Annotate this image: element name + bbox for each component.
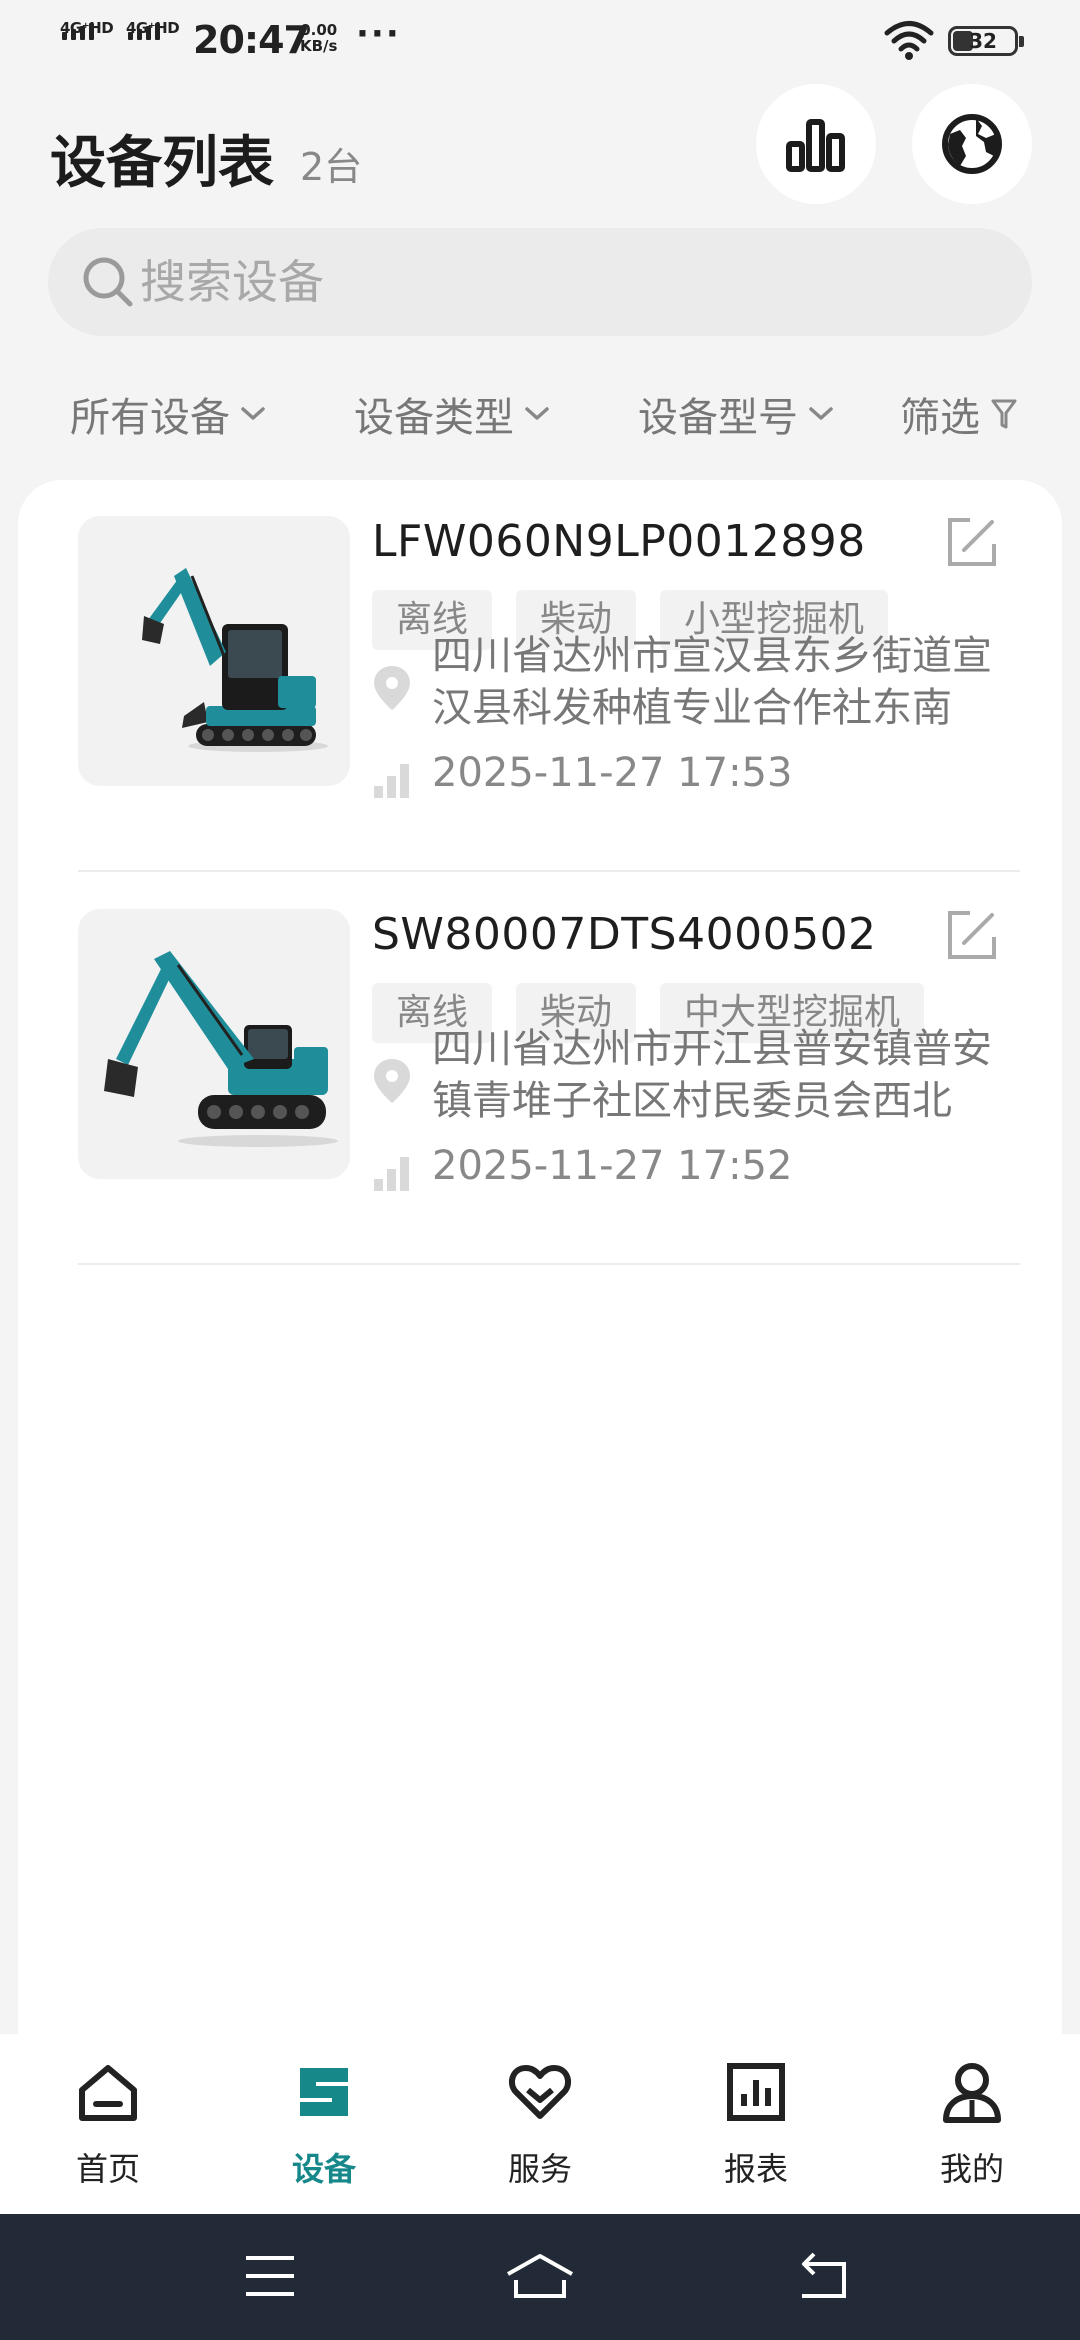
tab-devices[interactable]: 设备 (216, 2034, 432, 2214)
report-chart-icon (727, 2063, 785, 2121)
battery-level: 32 (969, 29, 997, 53)
device-serial: LFW060N9LP0012898 (372, 516, 866, 567)
statistics-button[interactable] (756, 84, 876, 204)
filter-device-model[interactable]: 设备型号 (638, 385, 834, 443)
net-speed-value: 0.00 (300, 21, 338, 39)
battery-indicator: 32 (948, 26, 1024, 56)
bar-chart-icon (786, 119, 845, 172)
globe-icon (942, 114, 1002, 174)
time-bars-icon (374, 764, 409, 798)
signal-label: 4G⁺HD (60, 19, 114, 37)
system-navigation-bar (0, 2214, 1080, 2340)
filter-funnel-icon (991, 399, 1017, 429)
device-thumbnail (78, 516, 350, 786)
bottom-tab-bar: 首页 设备 服务 报表 我的 (0, 2034, 1080, 2214)
device-list-item[interactable]: SW80007DTS4000502 离线 柴动 中大型挖掘机 四川省达州市开江县… (78, 873, 1020, 1265)
signal-label: 4G⁺HD (126, 19, 180, 37)
last-update-time: 2025-11-27 17:52 (432, 1143, 793, 1189)
device-serial: SW80007DTS4000502 (372, 909, 877, 960)
device-thumbnail (78, 909, 350, 1179)
filter-label: 筛选 (900, 395, 980, 441)
tab-label: 首页 (75, 2150, 140, 2188)
tab-label: 我的 (939, 2150, 1004, 2188)
mini-excavator-image (142, 568, 328, 752)
home-nav-icon[interactable] (504, 2252, 576, 2300)
tab-service[interactable]: 服务 (432, 2034, 648, 2214)
tab-label: 设备 (291, 2150, 356, 2188)
filter-advanced[interactable]: 筛选 (900, 385, 1018, 443)
time-bars-icon (374, 1157, 409, 1191)
filter-label: 设备类型 (354, 395, 514, 441)
device-address: 四川省达州市宣汉县东乡街道宣汉县科发种植专业合作社东南2... (432, 633, 992, 731)
service-heart-icon (508, 2065, 572, 2119)
last-update-time: 2025-11-27 17:53 (432, 750, 793, 796)
app-screen: 4G⁺HD 4G⁺HD 20:47 0.00 KB/s ··· 32 设备列表 … (0, 0, 1080, 2340)
status-time: 20:47 (193, 18, 310, 62)
network-speed: 0.00 KB/s (300, 22, 337, 54)
device-list-item[interactable]: LFW060N9LP0012898 离线 柴动 小型挖掘机 四川省达州市宣汉县东… (78, 480, 1020, 872)
edit-icon[interactable] (946, 909, 998, 961)
tab-home[interactable]: 首页 (0, 2034, 216, 2214)
tab-label: 报表 (723, 2150, 788, 2188)
chevron-down-icon (809, 407, 833, 420)
filter-label: 所有设备 (70, 395, 230, 441)
tab-profile[interactable]: 我的 (864, 2034, 1080, 2214)
excavator-image (104, 951, 338, 1147)
device-count: 2台 (300, 145, 363, 189)
edit-icon[interactable] (946, 516, 998, 568)
page-title: 设备列表 (50, 131, 274, 196)
net-speed-unit: KB/s (300, 37, 338, 55)
search-bar[interactable] (48, 228, 1032, 336)
device-s-logo-icon (300, 2068, 348, 2116)
search-input[interactable] (140, 228, 1000, 336)
home-icon (79, 2065, 137, 2121)
chevron-down-icon (525, 407, 549, 420)
back-icon[interactable] (796, 2252, 852, 2300)
device-address: 四川省达州市开江县普安镇普安镇青堆子社区村民委员会西北2... (432, 1026, 992, 1124)
user-icon (943, 2063, 1001, 2123)
menu-icon[interactable] (244, 2252, 296, 2300)
tab-label: 服务 (507, 2150, 572, 2188)
search-icon (83, 257, 133, 307)
filter-label: 设备型号 (638, 395, 798, 441)
location-pin-icon (374, 1059, 410, 1103)
more-notifications-indicator: ··· (356, 14, 401, 54)
cellular-signal-2: 4G⁺HD (126, 18, 180, 40)
status-bar: 4G⁺HD 4G⁺HD 20:47 0.00 KB/s ··· 32 (0, 0, 1080, 80)
filter-all-devices[interactable]: 所有设备 (70, 385, 266, 443)
wifi-icon (884, 21, 934, 60)
filter-device-type[interactable]: 设备类型 (354, 385, 550, 443)
tab-reports[interactable]: 报表 (648, 2034, 864, 2214)
chevron-down-icon (241, 407, 265, 420)
location-pin-icon (374, 666, 410, 710)
cellular-signal-1: 4G⁺HD (60, 18, 114, 40)
map-view-button[interactable] (912, 84, 1032, 204)
